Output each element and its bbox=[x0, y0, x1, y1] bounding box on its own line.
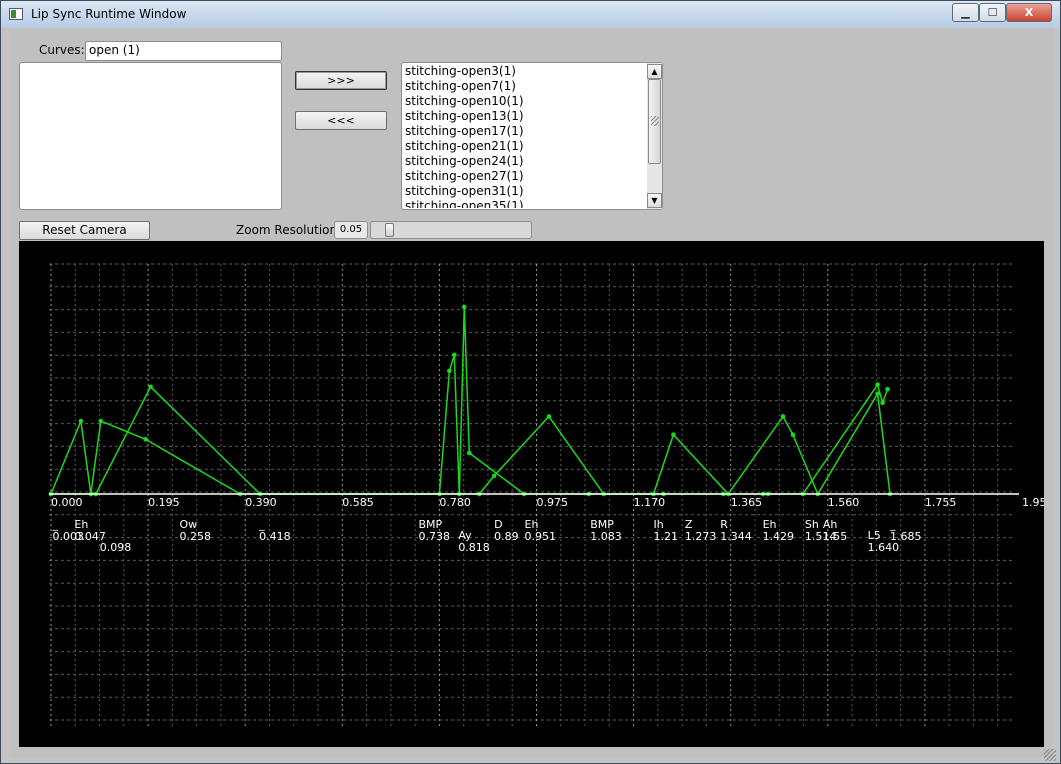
x-tick-label: 0.000 bbox=[51, 496, 83, 509]
scroll-up-arrow-icon[interactable]: ▲ bbox=[647, 64, 662, 79]
phoneme-time: 1.083 bbox=[590, 530, 622, 543]
window-title: Lip Sync Runtime Window bbox=[31, 7, 187, 21]
curve-list-item[interactable]: stitching-open3(1) bbox=[405, 64, 645, 79]
curve-point bbox=[461, 304, 467, 310]
curve-point bbox=[143, 436, 148, 442]
curve-point bbox=[546, 414, 552, 419]
x-tick-label: 1.365 bbox=[731, 496, 763, 509]
curve-point bbox=[466, 450, 472, 456]
phoneme-time: 0.258 bbox=[179, 530, 211, 543]
x-tick-label: 0.585 bbox=[342, 496, 374, 509]
zoom-resolution-slider[interactable] bbox=[370, 221, 532, 239]
curve-line-1 bbox=[50, 354, 891, 496]
curve-point bbox=[491, 473, 497, 479]
phoneme-time: 1.55 bbox=[823, 530, 848, 543]
curve-list-item[interactable]: stitching-open17(1) bbox=[405, 124, 645, 139]
scroll-down-arrow-icon[interactable]: ▼ bbox=[647, 193, 662, 208]
curve-list-item[interactable]: stitching-open7(1) bbox=[405, 79, 645, 94]
curve-point bbox=[447, 368, 452, 374]
x-tick-label: 0.780 bbox=[439, 496, 471, 509]
curve-list-item[interactable]: stitching-open27(1) bbox=[405, 169, 645, 184]
x-tick-label: 0.975 bbox=[537, 496, 569, 509]
x-tick-label: 1.950 bbox=[1022, 496, 1044, 509]
reset-camera-button[interactable]: Reset Camera bbox=[19, 221, 150, 240]
title-bar[interactable]: Lip Sync Runtime Window ▁ ☐ X bbox=[1, 1, 1060, 28]
phoneme-time: 1.685 bbox=[890, 530, 922, 543]
phoneme-time: 0.098 bbox=[100, 541, 132, 554]
add-curve-button[interactable]: >>> bbox=[295, 71, 387, 90]
curve-list-item[interactable]: stitching-open10(1) bbox=[405, 94, 645, 109]
curve-point bbox=[78, 418, 84, 424]
curve-items: stitching-open3(1) stitching-open7(1) stit… bbox=[405, 64, 645, 208]
curve-viewport[interactable]: 0.000 0.195 0.390 0.585 0.780 0.975 1.170 1.365… bbox=[19, 241, 1044, 747]
zoom-resolution-value[interactable]: 0.05 bbox=[334, 221, 368, 239]
curve-list-item[interactable]: stitching-open24(1) bbox=[405, 154, 645, 169]
curve-chart: 0.000 0.195 0.390 0.585 0.780 0.975 1.170 1.365… bbox=[48, 263, 1044, 726]
client-area: Curves: open (1) >>> <<< stitching-open3… bbox=[9, 29, 1054, 757]
grip-icon bbox=[651, 116, 659, 126]
x-tick-label: 1.755 bbox=[925, 496, 957, 509]
maximize-button[interactable]: ☐ bbox=[979, 3, 1006, 22]
scroll-thumb[interactable] bbox=[648, 79, 661, 164]
curve-point bbox=[780, 414, 786, 419]
curve-point bbox=[880, 400, 885, 406]
curve-point bbox=[148, 384, 153, 390]
curve-list-item[interactable]: stitching-open31(1) bbox=[405, 184, 645, 199]
curve-point bbox=[98, 418, 104, 424]
phoneme-time: 1.21 bbox=[654, 530, 679, 543]
available-curves-list[interactable] bbox=[19, 62, 282, 210]
slider-handle[interactable] bbox=[385, 223, 394, 237]
curve-list-item[interactable]: stitching-open13(1) bbox=[405, 109, 645, 124]
x-tick-label: 1.560 bbox=[828, 496, 860, 509]
phoneme-time: 0.818 bbox=[458, 541, 490, 554]
phoneme-time: 0.418 bbox=[259, 530, 291, 543]
remove-curve-button[interactable]: <<< bbox=[295, 111, 387, 130]
phoneme-time: 0.951 bbox=[525, 530, 557, 543]
curve-point bbox=[885, 386, 890, 392]
minimize-button[interactable]: ▁ bbox=[952, 3, 979, 22]
app-icon bbox=[9, 8, 23, 20]
phoneme-time: 0.738 bbox=[418, 530, 450, 543]
curve-point bbox=[671, 432, 676, 438]
curve-point bbox=[452, 352, 457, 358]
selected-curves-list[interactable]: stitching-open3(1) stitching-open7(1) stit… bbox=[401, 62, 663, 210]
curve-list-item[interactable]: stitching-open21(1) bbox=[405, 139, 645, 154]
curve-list-item[interactable]: stitching-open35(1) bbox=[405, 199, 645, 208]
phoneme-time: 1.429 bbox=[763, 530, 795, 543]
lip-sync-runtime-window: Lip Sync Runtime Window ▁ ☐ X Curves: op… bbox=[0, 0, 1061, 764]
close-button[interactable]: X bbox=[1006, 3, 1052, 22]
phoneme-time: 0.89 bbox=[494, 530, 518, 543]
zoom-resolution-label: Zoom Resolution bbox=[236, 223, 338, 237]
curve-point bbox=[790, 432, 796, 438]
curve-list-scrollbar[interactable]: ▲ ▼ bbox=[647, 63, 662, 209]
phoneme-time: 1.344 bbox=[720, 530, 752, 543]
curves-label: Curves: bbox=[39, 43, 85, 57]
curves-input[interactable]: open (1) bbox=[85, 41, 282, 61]
phoneme-time: 1.273 bbox=[685, 530, 717, 543]
curve-point bbox=[875, 382, 880, 387]
x-tick-label: 0.390 bbox=[245, 496, 277, 509]
x-tick-label: 1.170 bbox=[634, 496, 666, 509]
x-tick-label: 0.195 bbox=[148, 496, 180, 509]
resize-grip-icon[interactable] bbox=[1044, 749, 1056, 761]
